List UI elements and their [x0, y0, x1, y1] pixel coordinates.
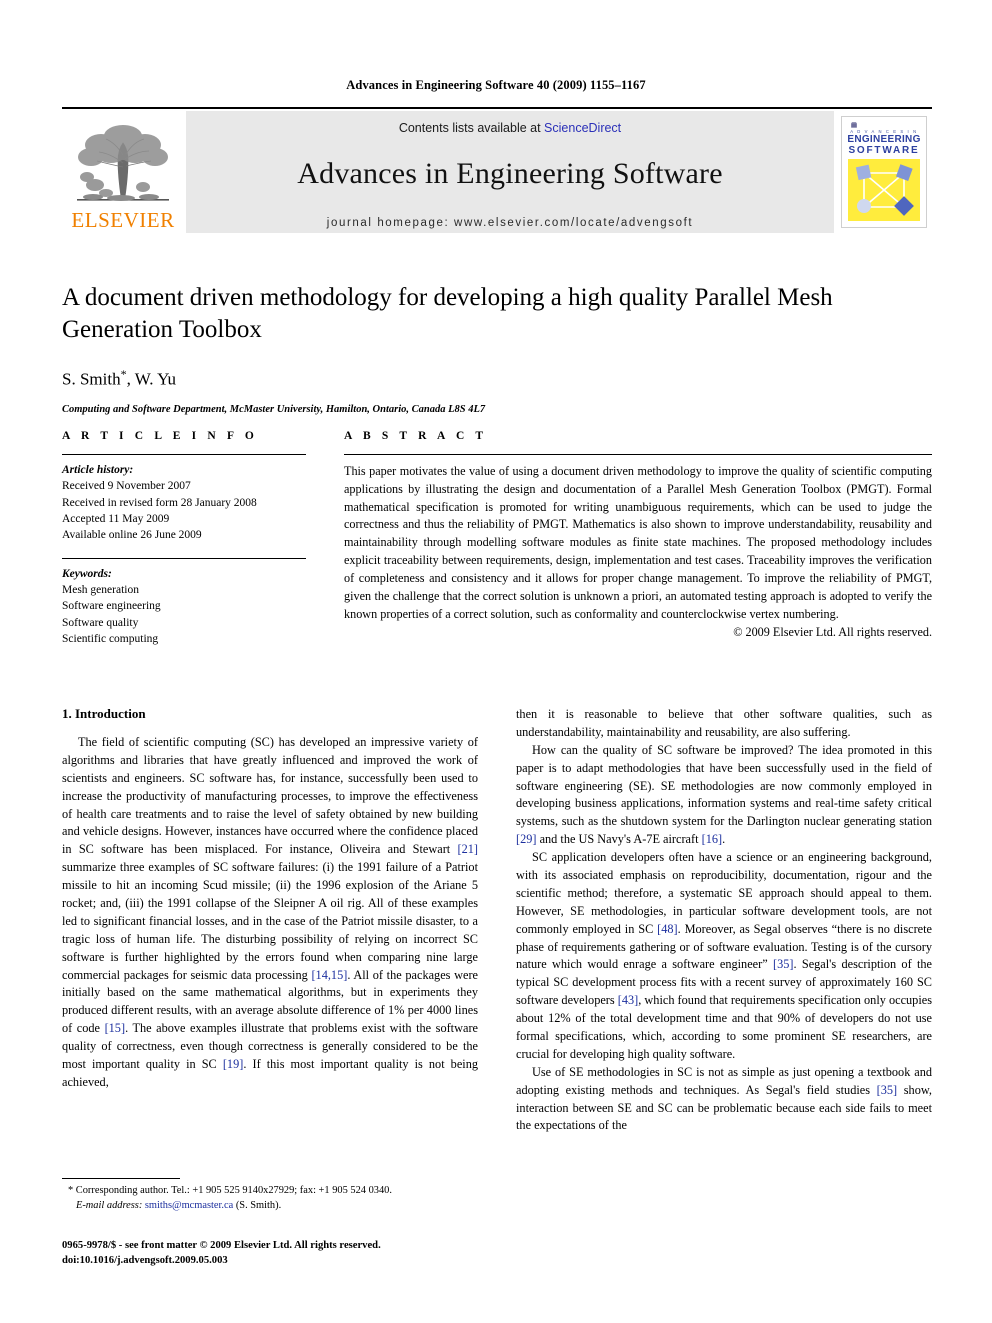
page-footer: 0965-9978/$ - see front matter © 2009 El… — [62, 1238, 532, 1269]
citation-link[interactable]: [35] — [877, 1083, 898, 1097]
abstract-rule — [344, 454, 932, 455]
paper-page: Advances in Engineering Software 40 (200… — [0, 0, 992, 1323]
elsevier-wordmark: ELSEVIER — [71, 208, 175, 232]
article-info-heading: A R T I C L E I N F O — [62, 430, 258, 442]
journal-homepage-link[interactable]: journal homepage: www.elsevier.com/locat… — [327, 217, 693, 229]
affiliation: Computing and Software Department, McMas… — [62, 403, 486, 415]
citation-link[interactable]: [43] — [618, 993, 639, 1007]
history-item: Accepted 11 May 2009 — [62, 512, 170, 525]
author-list: S. Smith*, W. Yu — [62, 367, 932, 390]
contents-banner: Contents lists available at ScienceDirec… — [186, 111, 834, 233]
keywords-list: Keywords: Mesh generation Software engin… — [62, 566, 306, 648]
paragraph-container-right: then it is reasonable to believe that ot… — [516, 706, 932, 1135]
corresponding-author-footnote: * Corresponding author. Tel.: +1 905 525… — [62, 1178, 478, 1214]
keywords-rule — [62, 557, 306, 559]
citation-link[interactable]: [16] — [702, 832, 723, 846]
footer-doi: doi:10.1016/j.advengsoft.2009.05.003 — [62, 1255, 228, 1267]
section-heading-introduction: 1. Introduction — [62, 706, 146, 721]
abstract-text: This paper motivates the value of using … — [344, 464, 932, 621]
footnote-email-label: E-mail address: — [76, 1199, 143, 1211]
body-column-right: then it is reasonable to believe that ot… — [516, 706, 932, 1135]
footer-frontmatter: 0965-9978/$ - see front matter © 2009 El… — [62, 1240, 381, 1251]
paragraph-text: and the US Navy's A-7E aircraft — [536, 832, 702, 847]
body-paragraph: The field of scientific computing (SC) h… — [62, 734, 478, 1092]
citation-link[interactable]: [21] — [458, 842, 479, 856]
sciencedirect-link[interactable]: ScienceDirect — [544, 121, 621, 135]
history-item: Available online 26 June 2009 — [62, 529, 202, 542]
title-block: A document driven methodology for develo… — [62, 282, 932, 415]
contents-prefix: Contents lists available at — [398, 121, 545, 135]
keyword-item: Software engineering — [62, 600, 161, 613]
journal-masthead: ELSEVIER Contents lists available at Sci… — [62, 107, 932, 233]
history-item: Received in revised form 28 January 2008 — [62, 496, 257, 509]
footnote-email-link[interactable]: smiths@mcmaster.ca — [145, 1200, 233, 1211]
keywords-label: Keywords: — [62, 567, 112, 580]
elsevier-logo: ELSEVIER — [62, 111, 184, 233]
abstract-panel: A B S T R A C T This paper motivates the… — [344, 430, 932, 647]
footnote-rule — [62, 1178, 180, 1179]
citation-link[interactable]: [48] — [657, 922, 678, 936]
citation-link[interactable]: [29] — [516, 832, 537, 846]
journal-title: Advances in Engineering Software — [297, 157, 723, 190]
paragraph-text: Use of SE methodologies in SC is not as … — [516, 1064, 932, 1097]
journal-cover-thumbnail: A D V A N C E S I N ENGINEERING SOFTWARE — [836, 111, 932, 233]
citation-link[interactable]: [15] — [105, 1021, 126, 1035]
keyword-item: Software quality — [62, 616, 139, 629]
paragraph-text: then it is reasonable to believe that ot… — [516, 707, 932, 739]
article-history-label: Article history: — [62, 464, 134, 476]
cover-title-line2: SOFTWARE — [848, 144, 920, 156]
body-paragraph: SC application developers often have a s… — [516, 849, 932, 1064]
body-paragraph: How can the quality of SC software be im… — [516, 742, 932, 849]
keyword-item: Scientific computing — [62, 632, 159, 645]
contents-available-line: Contents lists available at ScienceDirec… — [399, 121, 621, 135]
abstract-copyright: © 2009 Elsevier Ltd. All rights reserved… — [733, 625, 932, 640]
footnote-text: * Corresponding author. Tel.: +1 905 525… — [62, 1184, 478, 1214]
body-paragraph: Use of SE methodologies in SC is not as … — [516, 1064, 932, 1136]
article-info-panel: A R T I C L E I N F O Article history: R… — [62, 430, 306, 647]
footnote-line1: Corresponding author. Tel.: +1 905 525 9… — [73, 1185, 392, 1196]
body-column-left: 1. Introduction The field of scientific … — [62, 706, 478, 1135]
body-paragraph: then it is reasonable to believe that ot… — [516, 706, 932, 742]
keyword-item: Mesh generation — [62, 583, 139, 596]
info-abstract-row: A R T I C L E I N F O Article history: R… — [62, 430, 932, 647]
abstract-heading: A B S T R A C T — [344, 430, 488, 442]
cover-artwork — [848, 159, 920, 221]
paragraph-text: The field of scientific computing (SC) h… — [62, 735, 478, 857]
elsevier-tree-icon — [71, 123, 175, 209]
citation-link[interactable]: [35] — [773, 957, 794, 971]
article-info-rule — [62, 454, 306, 455]
running-head: Advances in Engineering Software 40 (200… — [346, 78, 646, 92]
paragraph-text: . — [722, 832, 726, 847]
author-names-rest: , W. Yu — [126, 369, 177, 389]
citation-link[interactable]: [14,15] — [311, 968, 347, 982]
author-names: S. Smith — [62, 369, 121, 389]
paragraph-container-left: The field of scientific computing (SC) h… — [62, 734, 478, 1092]
paragraph-text: How can the quality of SC software be im… — [516, 742, 932, 829]
citation-link[interactable]: [19] — [223, 1057, 244, 1071]
cover-publisher-mark-icon — [851, 122, 857, 128]
article-history: Article history: Received 9 November 200… — [62, 462, 306, 544]
cover-title-line1: ENGINEERING — [847, 134, 921, 145]
body-columns: 1. Introduction The field of scientific … — [62, 706, 932, 1135]
page-title: A document driven methodology for develo… — [62, 284, 833, 343]
footnote-email-suffix: (S. Smith). — [233, 1199, 282, 1211]
history-item: Received 9 November 2007 — [62, 480, 191, 493]
paragraph-text: summarize three examples of SC software … — [62, 860, 478, 982]
